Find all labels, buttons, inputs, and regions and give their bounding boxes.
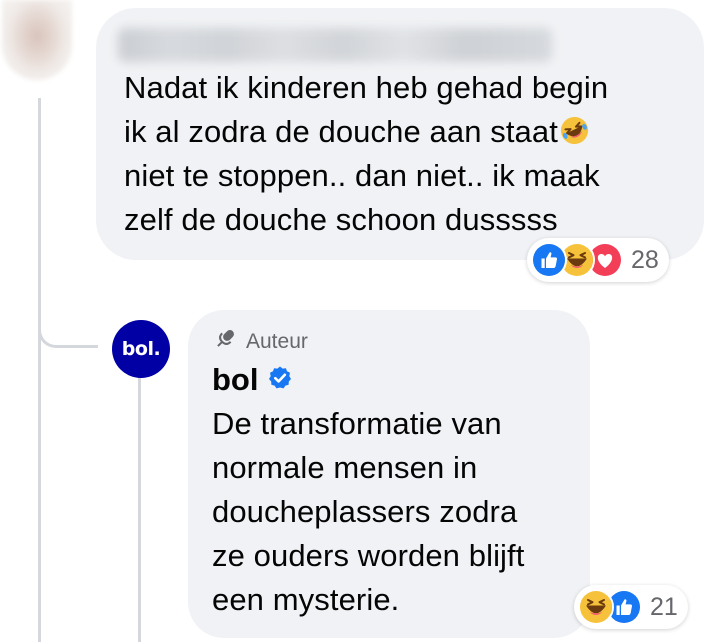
rolling-laughing-emoji-icon: [559, 114, 590, 145]
reply-thread-line: [138, 376, 141, 642]
commenter-avatar[interactable]: [2, 0, 72, 80]
microphone-icon: [212, 326, 238, 357]
verified-badge-icon: [267, 365, 293, 396]
reply-author-name[interactable]: bol: [212, 362, 259, 398]
comment-text-line: Nadat ik kinderen heb gehad begin: [124, 70, 609, 105]
reply-text-line: De transformatie van: [212, 406, 502, 441]
reply-author-row: bol: [212, 362, 293, 398]
laugh-emoji-icon: [578, 589, 614, 625]
reply-text-line: ze ouders worden blijft: [212, 538, 525, 573]
author-badge-label: Auteur: [246, 329, 308, 353]
thread-branch-line: [38, 300, 98, 348]
comment-text-line: zelf de douche schoon dusssss: [124, 202, 558, 237]
bol-logo-text: bol.: [121, 338, 161, 360]
reply-text-line: normale mensen in: [212, 450, 478, 485]
comment-reactions[interactable]: 28: [527, 238, 669, 282]
comment-thread: Nadat ik kinderen heb gehad begin ik al …: [0, 0, 720, 642]
reply-text-line: doucheplassers zodra: [212, 494, 518, 529]
reaction-count: 21: [650, 592, 678, 621]
comment-text: Nadat ik kinderen heb gehad begin ik al …: [124, 66, 608, 242]
commenter-name-redacted[interactable]: [118, 28, 552, 62]
reply-reactions[interactable]: 21: [574, 585, 688, 629]
author-badge: Auteur: [212, 326, 308, 357]
reaction-count: 28: [631, 245, 659, 274]
thread-line: [38, 98, 41, 642]
reply-text: De transformatie van normale mensen in d…: [212, 402, 524, 622]
like-icon: [531, 242, 567, 278]
comment-text-line: ik al zodra de douche aan staat: [124, 110, 608, 154]
comment-text-line: niet te stoppen.. dan niet.. ik maak: [124, 158, 600, 193]
bol-avatar[interactable]: bol.: [112, 320, 170, 378]
reply-text-line: een mysterie.: [212, 582, 400, 617]
